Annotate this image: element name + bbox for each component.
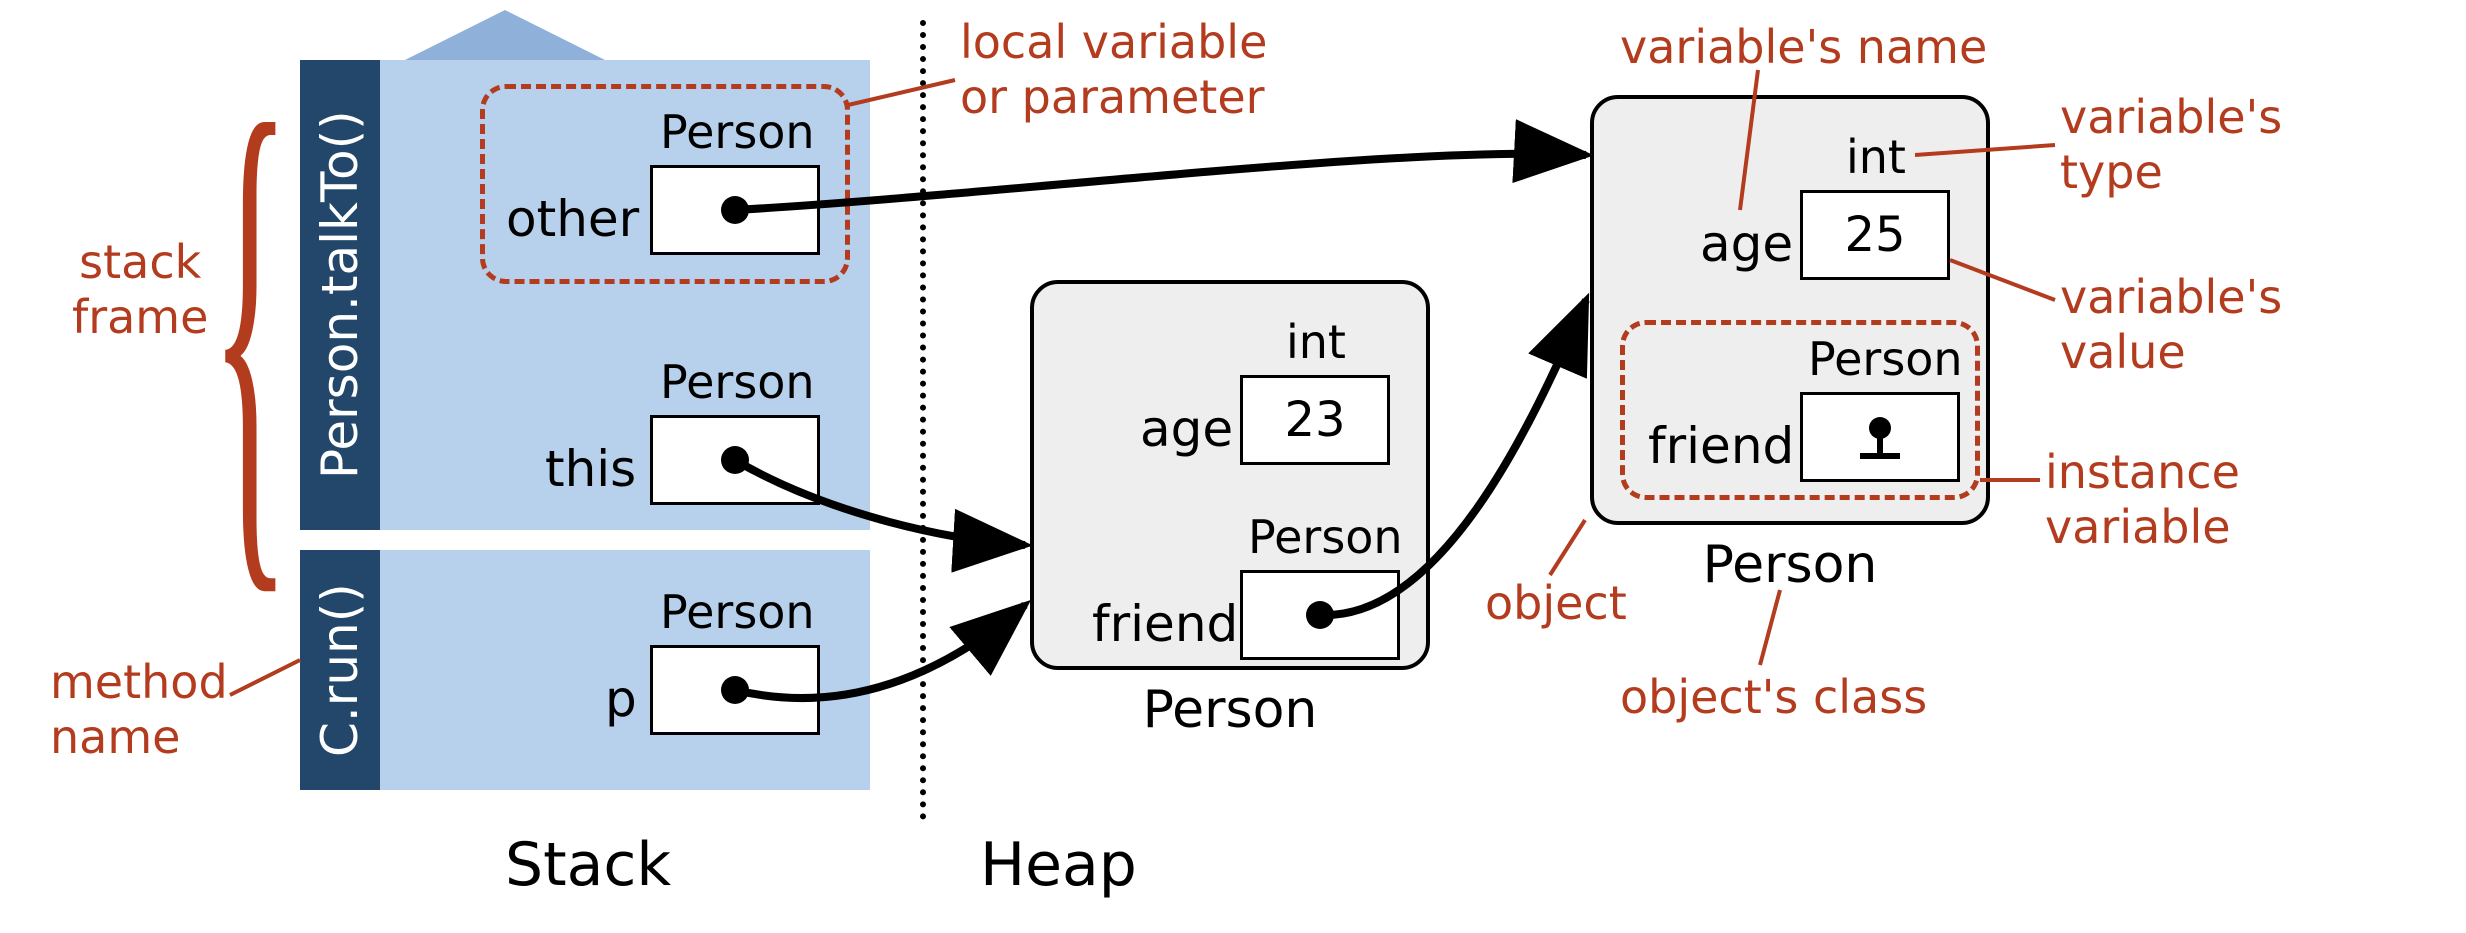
callout-object-class <box>1760 590 1780 665</box>
ref-dot-obj1-friend <box>1306 601 1334 629</box>
obj1-friend-name: friend <box>1092 595 1238 653</box>
obj2-age-value: 25 <box>1844 207 1905 263</box>
var-type-p: Person <box>660 585 815 639</box>
region-label-heap: Heap <box>980 830 1137 900</box>
highlight-local-var <box>480 84 850 284</box>
annot-method-name: method name <box>50 655 228 765</box>
brace-icon: { <box>210 42 291 609</box>
ref-dot-p <box>721 676 749 704</box>
var-name-p: p <box>605 670 637 728</box>
obj1-age-type: int <box>1286 315 1346 369</box>
frame-tab-crun: C.run() <box>300 550 380 790</box>
obj1-age-name: age <box>1140 400 1233 458</box>
var-box-this <box>650 415 820 505</box>
obj2-age-type: int <box>1846 130 1906 184</box>
obj1-friend-type: Person <box>1248 510 1403 564</box>
region-label-stack: Stack <box>505 830 671 900</box>
obj2-class: Person <box>1700 535 1880 595</box>
frame-tab-talkto: Person.talkTo() <box>300 60 380 530</box>
method-name-talkto: Person.talkTo() <box>311 111 369 480</box>
obj1-class: Person <box>1140 680 1320 740</box>
annot-object-class: object's class <box>1620 670 1927 725</box>
ref-dot-this <box>721 446 749 474</box>
obj1-age-value: 23 <box>1284 392 1345 448</box>
stack-heap-divider <box>920 20 926 820</box>
annot-var-name: variable's name <box>1620 20 1987 75</box>
annot-stack-frame: stack frame <box>72 235 208 345</box>
var-box-p <box>650 645 820 735</box>
obj1-age-box: 23 <box>1240 375 1390 465</box>
callout-method-name <box>230 660 300 695</box>
annot-local-var: local variable or parameter <box>960 15 1267 125</box>
obj1-friend-box <box>1240 570 1400 660</box>
obj2-age-box: 25 <box>1800 190 1950 280</box>
stack-direction-arrow <box>405 10 605 60</box>
var-name-this: this <box>545 440 636 498</box>
obj2-age-name: age <box>1700 215 1793 273</box>
callout-object <box>1550 520 1585 575</box>
annot-var-value: variable's value <box>2060 270 2282 380</box>
annot-instance-var: instance variable <box>2045 445 2240 555</box>
method-name-crun: C.run() <box>311 583 369 757</box>
annot-var-type: variable's type <box>2060 90 2282 200</box>
highlight-instance-var <box>1620 320 1980 500</box>
annot-object: object <box>1485 576 1627 631</box>
var-type-this: Person <box>660 355 815 409</box>
